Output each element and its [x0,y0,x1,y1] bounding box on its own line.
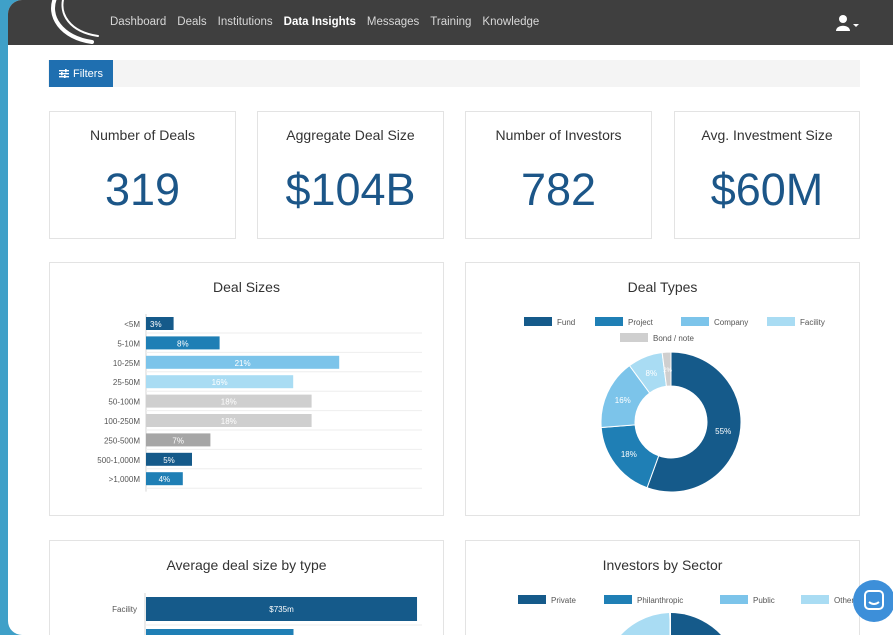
slice-label: 2% [663,368,672,374]
donut-slice [621,613,671,635]
nav-institutions[interactable]: Institutions [218,16,273,28]
investors-by-sector-chart: Private Philanthropic Public Other [518,595,854,635]
nav-training[interactable]: Training [430,16,471,28]
legend-label: Bond / note [653,334,694,343]
legend-swatch [801,595,829,604]
data-label: $735m [269,605,294,614]
data-label: 18% [221,417,237,426]
kpi-value: 782 [520,164,597,215]
app-window: Dashboard Deals Institutions Data Insigh… [8,0,893,635]
slice-label: 16% [615,396,631,405]
investors-by-sector-panel: Investors by Sector Private Philanthropic… [465,540,860,635]
data-label: 8% [177,339,189,348]
nav-dashboard[interactable]: Dashboard [110,16,166,28]
category-label: 5-10M [117,339,140,348]
data-label: 16% [212,378,228,387]
category-label: 25-50M [113,378,140,387]
legend-swatch [604,595,632,604]
slice-label: 18% [621,450,637,459]
main-nav: Dashboard Deals Institutions Data Insigh… [110,16,539,28]
kpi-title: Aggregate Deal Size [286,127,415,143]
data-label: 5% [163,456,175,465]
legend-swatch [518,595,546,604]
nav-data-insights[interactable]: Data Insights [284,16,356,28]
category-label: Facility [112,605,137,614]
category-label: >1,000M [109,475,141,484]
legend-label: Company [714,318,748,327]
deal-types-panel: Deal Types Fund Project Company Facility Bon… [465,262,860,516]
data-label: 18% [221,398,237,407]
category-label: 100-250M [104,417,140,426]
chat-launcher-button[interactable] [853,580,893,622]
nav-messages[interactable]: Messages [367,16,419,28]
legend-label: Project [628,318,654,327]
kpi-title: Number of Investors [495,127,622,143]
user-menu-icon[interactable] [836,14,860,32]
kpi-value: 319 [104,164,181,215]
deal-sizes-panel: Deal Sizes <5M 3% 5-10M 8% 10-25M 21% 25-50M 16… [49,262,444,516]
deal-types-chart: Fund Project Company Facility Bond / note 55%… [524,317,825,493]
top-navbar: Dashboard Deals Institutions Data Insigh… [8,0,893,45]
legend-swatch [681,317,709,326]
nav-deals[interactable]: Deals [177,16,206,28]
data-label: 21% [235,359,251,368]
data-label: 3% [150,320,162,329]
legend-swatch [524,317,552,326]
category-label: 250-500M [104,436,140,445]
category-label: 10-25M [113,359,140,368]
legend-label: Other [834,596,854,605]
kpi-title: Avg. Investment Size [701,127,833,143]
legend-label: Philanthropic [637,596,683,605]
category-label: 500-1,000M [97,456,140,465]
slice-label: 55% [715,427,731,436]
data-label: 7% [172,436,184,445]
category-label: 50-100M [108,398,140,407]
legend-swatch [720,595,748,604]
kpi-card-number-of-investors: Number of Investors 782 [465,111,652,239]
kpi-card-number-of-deals: Number of Deals 319 [49,111,236,239]
logo[interactable] [42,0,102,46]
kpi-card-aggregate-deal-size: Aggregate Deal Size $104B [257,111,444,239]
avg-deal-size-chart: Facility $735m [112,593,422,635]
kpi-value: $104B [285,164,416,215]
deal-sizes-chart: <5M 3% 5-10M 8% 10-25M 21% 25-50M 16% 50-100M 18%… [97,314,422,492]
donut-slice [671,613,721,635]
avg-deal-size-panel: Average deal size by type Facility $735m [49,540,444,635]
filters-button[interactable]: Filters [49,60,113,87]
kpi-title: Number of Deals [89,127,196,143]
filters-label: Filters [73,67,103,80]
bar [146,629,294,635]
filter-bar [48,60,860,87]
legend-swatch [767,317,795,326]
legend-swatch [595,317,623,326]
kpi-card-avg-investment-size: Avg. Investment Size $60M [674,111,860,239]
legend-label: Public [753,596,775,605]
slice-label: 8% [646,369,658,378]
chat-icon [864,590,884,610]
legend-label: Private [551,596,576,605]
legend-label: Facility [800,318,825,327]
data-label: 4% [159,475,171,484]
category-label: <5M [124,320,140,329]
legend-swatch [620,333,648,342]
nav-knowledge[interactable]: Knowledge [482,16,539,28]
sliders-icon [59,69,70,78]
kpi-value: $60M [710,164,824,215]
legend-label: Fund [557,318,575,327]
